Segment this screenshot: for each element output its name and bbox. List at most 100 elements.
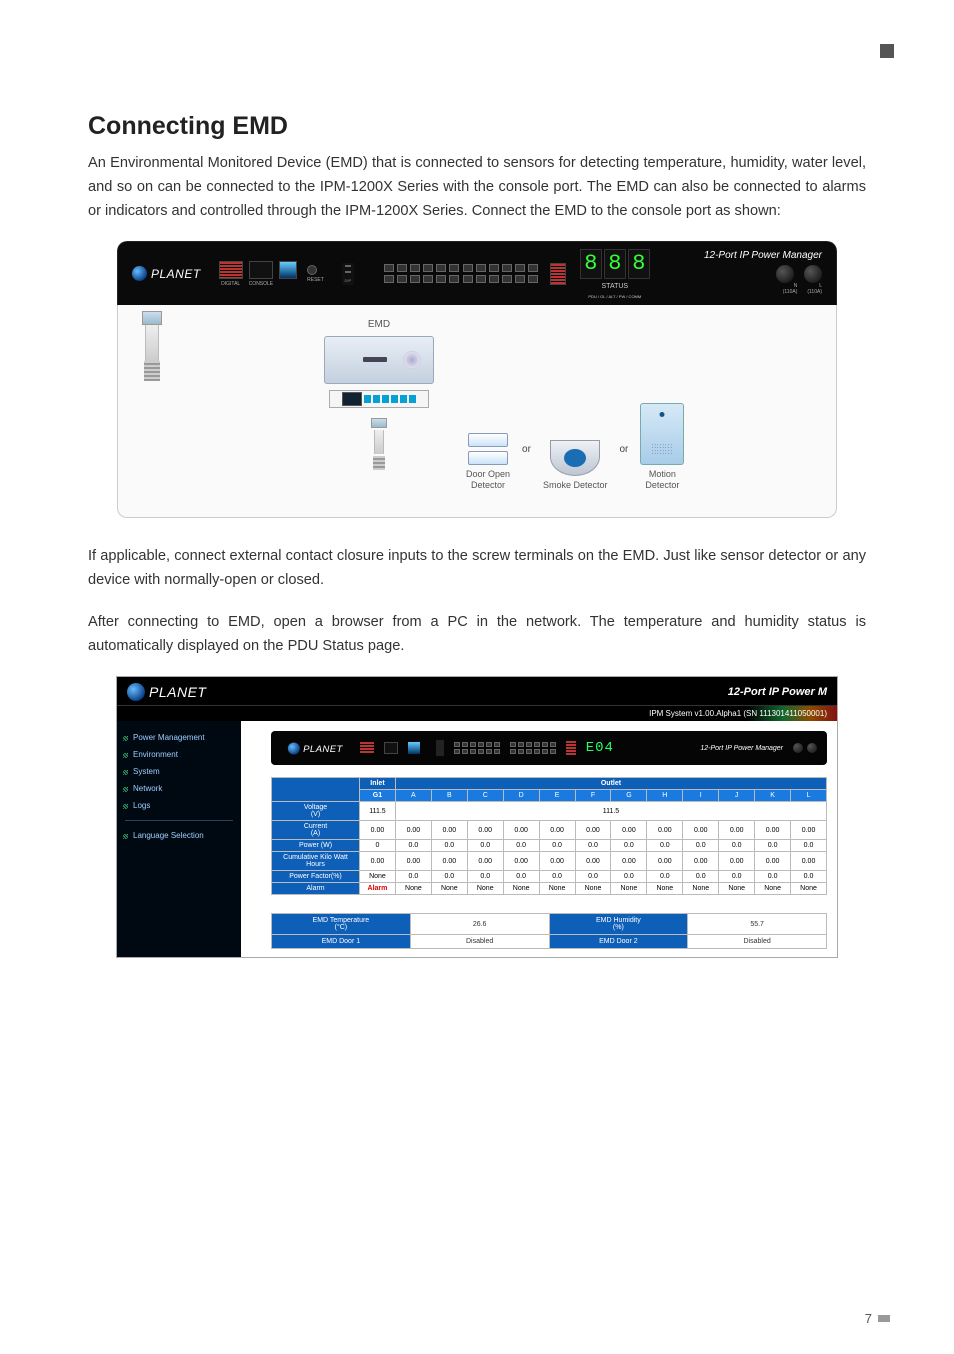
ethernet-port <box>279 261 297 279</box>
strip-device-title: 12-Port IP Power Manager <box>700 745 783 752</box>
mini-dip-icon <box>436 740 444 756</box>
mini-orb <box>793 743 803 753</box>
emd-temperature-value: 26.6 <box>410 914 549 935</box>
device-front-panel: PLANET DIGITAL CONSOLE RESET DIP <box>117 241 837 305</box>
orb-label-n: N(110A) <box>783 283 798 295</box>
web-sidebar: Power Management Environment System Netw… <box>117 721 241 957</box>
terminal-orb-n <box>776 265 794 283</box>
col-J: J <box>719 790 755 802</box>
col-F: F <box>575 790 611 802</box>
globe-icon <box>127 683 145 701</box>
paragraph-contact-closure: If applicable, connect external contact … <box>88 544 866 592</box>
page-number: 7 <box>865 1311 890 1326</box>
col-g1: G1 <box>360 790 396 802</box>
col-G: G <box>611 790 647 802</box>
smoke-detector: Smoke Detector <box>543 440 608 491</box>
table-row: Voltage(V) 111.5 111.5 <box>272 802 827 821</box>
emd-door2-value: Disabled <box>688 935 827 949</box>
mini-digital-port <box>360 742 374 754</box>
pdu-status-screenshot: PLANET 12-Port IP Power M IPM System v1.… <box>116 676 838 958</box>
table-row: Power Factor(%) None 0.00.00.00.00.00.00… <box>272 871 827 883</box>
nav-environment[interactable]: Environment <box>117 746 241 763</box>
outlet-ports-panel <box>384 264 459 283</box>
web-main-panel: PLANET E04 12-Port IP Power Manager <box>241 721 837 957</box>
environment-status-table: EMD Temperature(°C) 26.6 EMD Humidity(%)… <box>271 913 827 949</box>
col-D: D <box>503 790 539 802</box>
mini-aux-port <box>566 741 576 755</box>
emd-humidity-value: 55.7 <box>688 914 827 935</box>
secondary-serial-icon <box>371 418 387 470</box>
emd-door2-label: EMD Door 2 <box>549 935 688 949</box>
mini-orb <box>807 743 817 753</box>
nav-language-selection[interactable]: Language Selection <box>117 827 241 844</box>
nav-power-management[interactable]: Power Management <box>117 729 241 746</box>
mini-outlet-ports-2 <box>510 742 556 754</box>
nav-system[interactable]: System <box>117 763 241 780</box>
emd-device-block: EMD <box>324 319 434 470</box>
terminal-block-icon <box>329 390 429 408</box>
emd-device-icon <box>324 336 434 384</box>
web-header: PLANET 12-Port IP Power M <box>117 677 837 705</box>
motion-detector-label: MotionDetector <box>645 469 679 491</box>
emd-door1-value: Disabled <box>410 935 549 949</box>
device-title: 12-Port IP Power Manager <box>704 250 822 261</box>
mini-eth-port <box>408 742 420 754</box>
device-title-block: 12-Port IP Power Manager N(110A) L(110A) <box>704 250 822 295</box>
table-row: Alarm Alarm NoneNoneNoneNoneNoneNoneNone… <box>272 883 827 895</box>
aux-port <box>550 263 566 285</box>
orb-label-l: L(110A) <box>807 283 822 295</box>
door-open-detector: Door OpenDetector <box>466 433 510 491</box>
nav-network[interactable]: Network <box>117 780 241 797</box>
col-H: H <box>647 790 683 802</box>
system-info-text: IPM System v1.00.Alpha1 (SN 111301411050… <box>649 709 827 718</box>
terminal-orb-l <box>804 265 822 283</box>
table-row: Power (W) 0 0.00.00.00.00.00.00.00.00.00… <box>272 840 827 852</box>
status-sublabel: PDU / OL / ALT / PW / COMM <box>588 294 641 299</box>
smoke-detector-label: Smoke Detector <box>543 480 608 491</box>
logo-text: PLANET <box>151 267 201 281</box>
emd-connection-figure: PLANET DIGITAL CONSOLE RESET DIP <box>117 241 837 518</box>
globe-icon <box>288 742 300 754</box>
mini-outlet-ports <box>454 742 500 754</box>
web-title: 12-Port IP Power M <box>728 686 827 698</box>
detector-options: Door OpenDetector or Smoke Detector or :… <box>466 403 684 491</box>
planet-logo: PLANET <box>132 266 201 281</box>
segment-display: 888 STATUS PDU / OL / ALT / PW / COMM <box>580 249 650 299</box>
status-label: STATUS <box>602 283 629 290</box>
globe-icon <box>132 266 147 281</box>
col-B: B <box>431 790 467 802</box>
col-A: A <box>395 790 431 802</box>
paragraph-intro: An Environmental Monitored Device (EMD) … <box>88 151 866 223</box>
nav-logs[interactable]: Logs <box>117 797 241 814</box>
outlet-header: Outlet <box>395 778 826 790</box>
page-corner-marker <box>880 44 894 58</box>
col-C: C <box>467 790 503 802</box>
inlet-header: Inlet <box>360 778 396 790</box>
col-K: K <box>755 790 791 802</box>
web-logo-text: PLANET <box>149 684 206 700</box>
or-text-1: or <box>522 444 531 455</box>
emd-label: EMD <box>368 319 390 330</box>
dip-switch-icon <box>345 265 351 267</box>
motion-detector: :::::::::::::::: MotionDetector <box>640 403 684 491</box>
status-data-table: Inlet Outlet G1 A B C D E F G H I J K L <box>271 777 827 895</box>
digital-port <box>219 261 243 279</box>
system-info-bar: IPM System v1.00.Alpha1 (SN 111301411050… <box>117 705 837 721</box>
col-E: E <box>539 790 575 802</box>
mini-console-port <box>384 742 398 754</box>
mini-segment-display: E04 <box>586 740 614 756</box>
section-heading: Connecting EMD <box>88 112 866 141</box>
table-row: Cumulative Kilo WattHours 0.00 0.000.000… <box>272 852 827 871</box>
outlet-ports-panel-2 <box>463 264 538 283</box>
door-detector-label: Door OpenDetector <box>466 469 510 491</box>
console-port <box>249 261 273 279</box>
console-cable-icon <box>142 311 162 381</box>
col-I: I <box>683 790 719 802</box>
web-planet-logo: PLANET <box>127 683 206 701</box>
or-text-2: or <box>619 444 628 455</box>
device-preview-strip: PLANET E04 12-Port IP Power Manager <box>271 731 827 765</box>
table-row: Current(A) 0.00 0.000.000.000.000.000.00… <box>272 821 827 840</box>
emd-door1-label: EMD Door 1 <box>272 935 411 949</box>
reset-button-icon <box>307 265 317 275</box>
col-L: L <box>791 790 827 802</box>
